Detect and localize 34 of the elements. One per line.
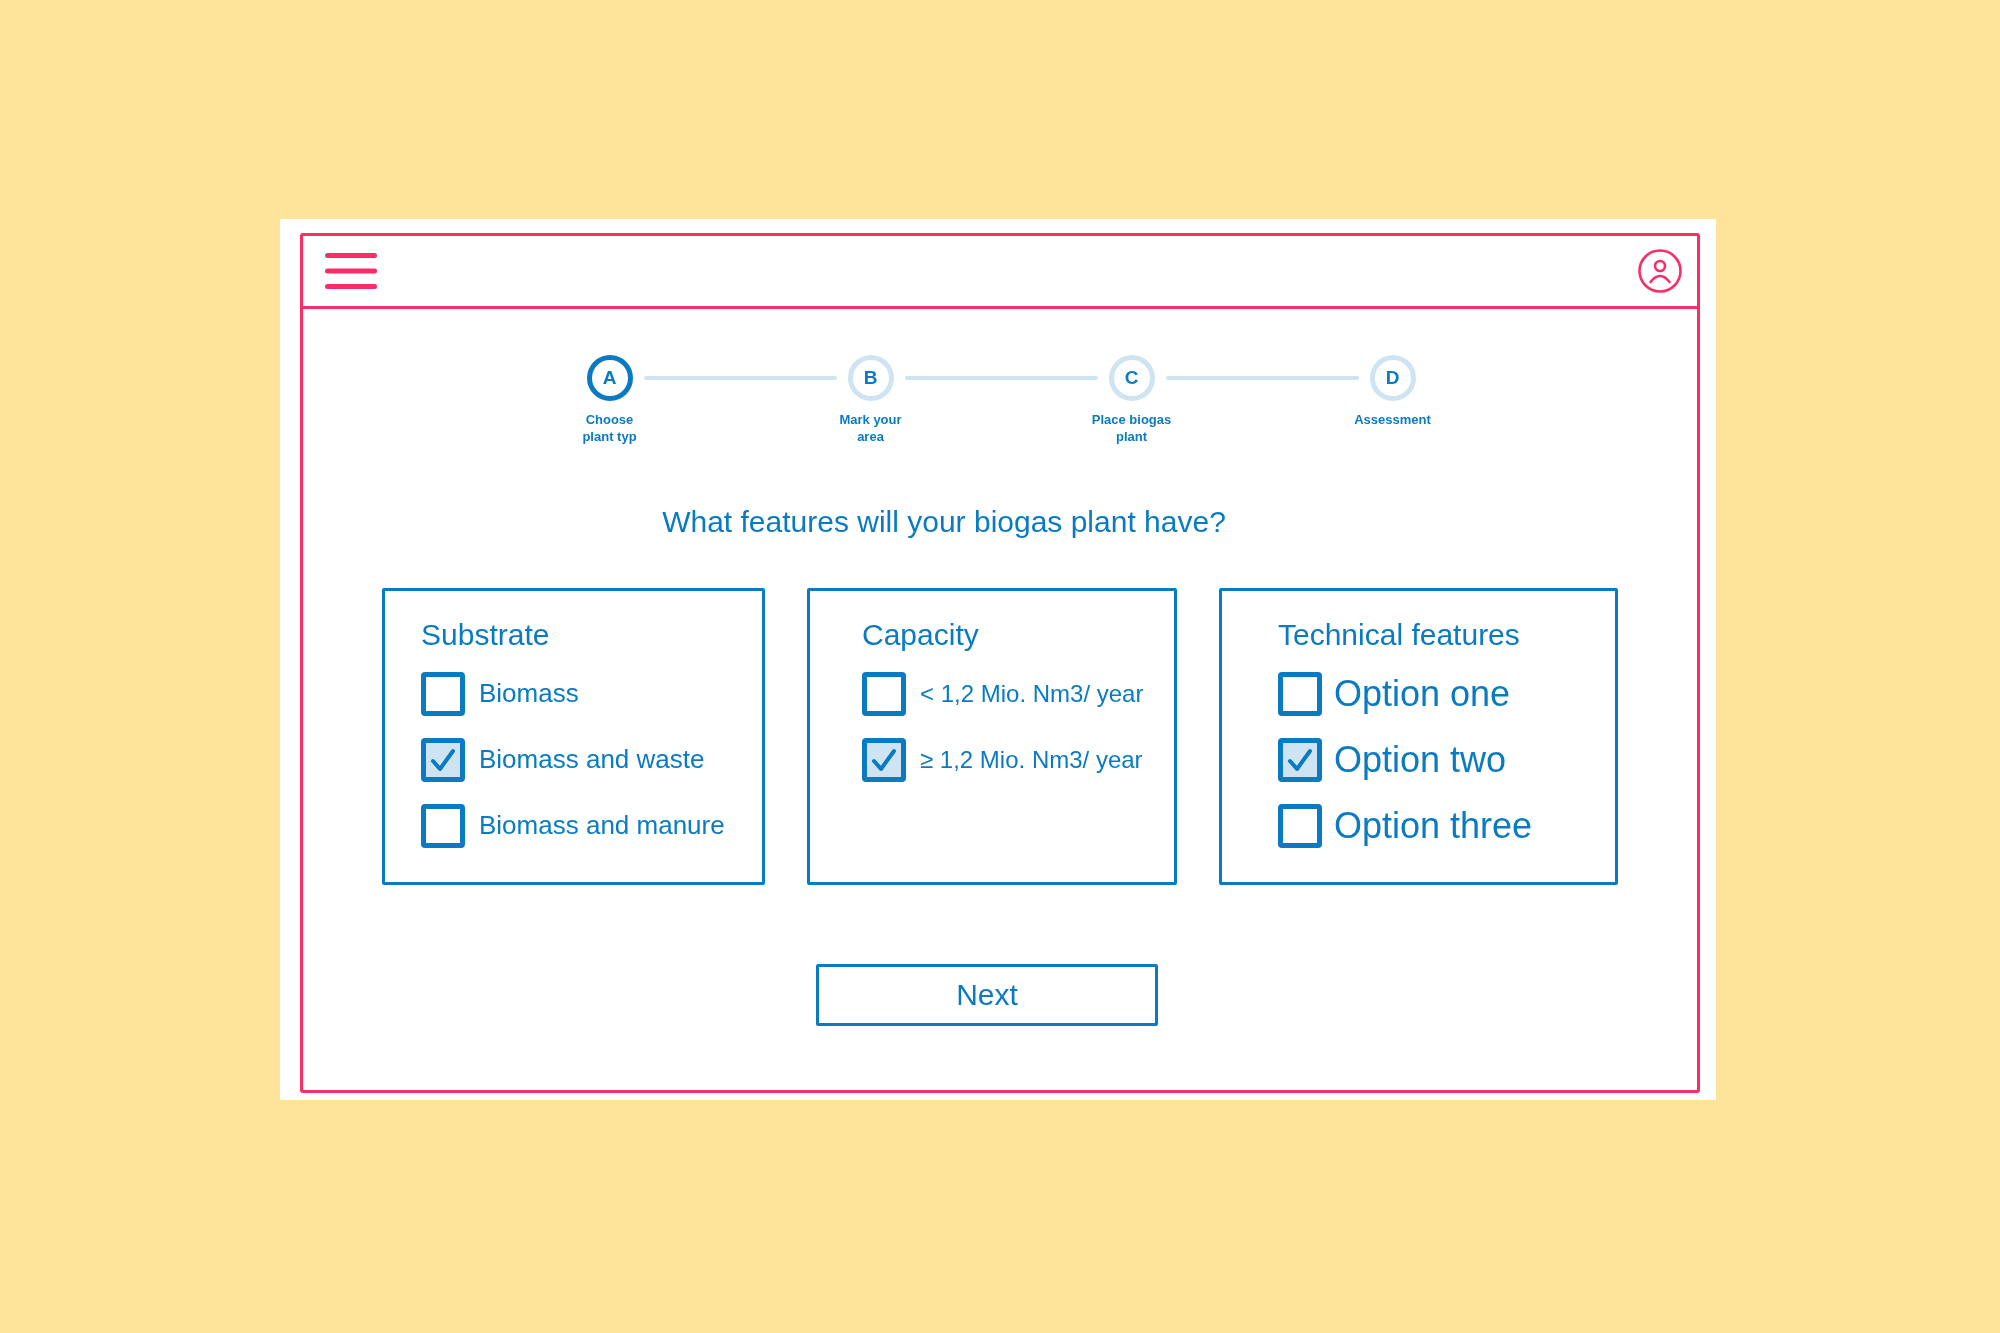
step-label: Mark your area (838, 411, 903, 445)
step-label: Choose plant typ (581, 411, 638, 445)
checkbox[interactable] (421, 738, 465, 782)
step-circle: C (1108, 355, 1155, 401)
step-circle: B (847, 355, 894, 401)
option-label: Biomass and waste (479, 744, 705, 776)
checkbox[interactable] (1278, 738, 1322, 782)
checkmark-icon (430, 748, 456, 772)
card-title: Capacity (862, 617, 980, 653)
checkbox[interactable] (421, 804, 465, 848)
checkbox[interactable] (862, 672, 906, 716)
step-label: Place biogas plant (1091, 411, 1172, 445)
question-heading: What features will your biogas plant have? (662, 504, 1226, 540)
checkmark-icon (871, 748, 897, 772)
step-label: Assessment (1353, 411, 1432, 428)
card-title: Substrate (421, 617, 551, 653)
menu-icon[interactable] (325, 253, 377, 289)
option-label: ≥ 1,2 Mio. Nm3/ year (920, 745, 1143, 775)
option-label: Option three (1334, 804, 1533, 848)
checkmark-icon (1287, 748, 1313, 772)
option-label: Option two (1334, 738, 1507, 782)
user-profile-icon[interactable] (1638, 249, 1682, 293)
option-label: < 1,2 Mio. Nm3/ year (920, 679, 1144, 709)
option-label: Option one (1334, 672, 1511, 716)
step-circle: A (586, 355, 633, 401)
card-title: Technical features (1278, 617, 1521, 653)
checkbox[interactable] (1278, 672, 1322, 716)
step-circle: D (1369, 355, 1416, 401)
checkbox[interactable] (862, 738, 906, 782)
option-label: Biomass and manure (479, 810, 725, 842)
checkbox[interactable] (421, 672, 465, 716)
next-button[interactable]: Next (816, 964, 1158, 1026)
checkbox[interactable] (1278, 804, 1322, 848)
option-label: Biomass (479, 678, 579, 710)
